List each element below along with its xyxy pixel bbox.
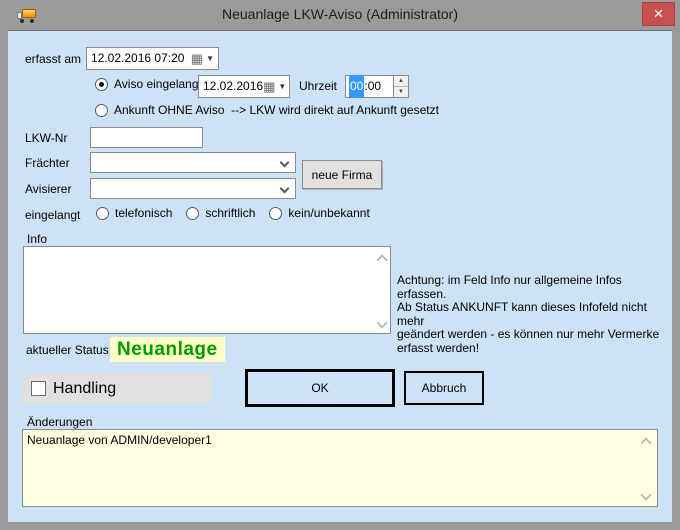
dialog-window: Neuanlage LKW-Aviso (Administrator) × er… — [0, 0, 680, 530]
spin-down-icon[interactable]: ▼ — [394, 87, 408, 97]
eingelangt-label: eingelangt — [25, 208, 80, 223]
uhrzeit-label: Uhrzeit — [299, 79, 337, 94]
info-textarea[interactable] — [23, 246, 391, 334]
radio-dot[interactable] — [269, 207, 282, 220]
lkw-nr-label: LKW-Nr — [25, 131, 67, 146]
fraechter-combobox[interactable] — [90, 152, 296, 173]
radio-schriftlich[interactable]: schriftlich — [186, 206, 255, 220]
radio-dot[interactable] — [95, 104, 108, 117]
ok-label: OK — [311, 381, 328, 395]
time-minutes[interactable]: 00 — [368, 76, 381, 97]
radio-ankunft-ohne-aviso[interactable]: Ankunft OHNE Aviso --> LKW wird direkt a… — [95, 103, 439, 117]
radio-dot[interactable] — [96, 207, 109, 220]
info-label: Info — [27, 232, 47, 247]
erfasst-am-datepicker[interactable]: 12.02.2016 07:20 ▦ ▼ — [86, 47, 219, 70]
combo-chevron-icon[interactable] — [280, 158, 290, 168]
handling-checkbox[interactable] — [31, 381, 46, 396]
ok-button[interactable]: OK — [245, 369, 395, 407]
abbruch-button[interactable]: Abbruch — [404, 371, 484, 405]
close-button[interactable]: × — [642, 2, 675, 26]
radio-dot[interactable] — [186, 207, 199, 220]
combo-chevron-icon[interactable] — [280, 184, 290, 194]
radio-telefonisch[interactable]: telefonisch — [96, 206, 172, 220]
status-label: aktueller Status — [26, 343, 109, 358]
dropdown-arrow-icon[interactable]: ▼ — [278, 76, 286, 97]
aenderungen-textarea[interactable]: Neuanlage von ADMIN/developer1 — [22, 429, 658, 507]
dialog-content: erfasst am 12.02.2016 07:20 ▦ ▼ Aviso ei… — [8, 30, 672, 522]
dropdown-arrow-icon[interactable]: ▼ — [206, 48, 214, 69]
status-badge: Neuanlage — [110, 337, 225, 362]
lkw-nr-input[interactable] — [90, 127, 203, 148]
calendar-icon: ▦ — [191, 52, 203, 65]
avisierer-label: Avisierer — [25, 182, 71, 197]
radio-aviso-eingelangt[interactable]: Aviso eingelangt — [95, 77, 202, 91]
neue-firma-button[interactable]: neue Firma — [302, 160, 382, 189]
aviso-date-value: 12.02.2016 — [203, 76, 263, 97]
calendar-icon: ▦ — [263, 80, 275, 93]
uhrzeit-spinner[interactable]: 00:00 ▲ ▼ — [345, 75, 409, 98]
time-hours-selected[interactable]: 00 — [349, 75, 364, 98]
aenderungen-label: Änderungen — [27, 415, 92, 430]
neue-firma-label: neue Firma — [312, 168, 373, 182]
eingelangt-radio-group: telefonisch schriftlich kein/unbekannt — [96, 206, 384, 220]
abbruch-label: Abbruch — [422, 381, 467, 395]
handling-label: Handling — [53, 380, 116, 398]
handling-panel: Handling — [22, 373, 212, 404]
titlebar[interactable]: Neuanlage LKW-Aviso (Administrator) × — [0, 0, 680, 30]
spin-up-icon[interactable]: ▲ — [394, 76, 408, 87]
close-icon: × — [654, 4, 664, 24]
erfasst-am-value: 12.02.2016 07:20 — [91, 48, 191, 69]
erfasst-am-label: erfasst am — [25, 52, 81, 67]
fraechter-label: Frächter — [25, 156, 70, 171]
window-title: Neuanlage LKW-Aviso (Administrator) — [0, 6, 680, 22]
info-warning-text: Achtung: im Feld Info nur allgemeine Inf… — [397, 274, 667, 355]
radio-aviso-label: Aviso eingelangt — [114, 77, 202, 91]
radio-ankunft-label: Ankunft OHNE Aviso --> LKW wird direkt a… — [114, 103, 439, 117]
avisierer-combobox[interactable] — [90, 178, 296, 199]
radio-dot-selected[interactable] — [95, 78, 108, 91]
aviso-datepicker[interactable]: 12.02.2016 ▦ ▼ — [198, 75, 290, 98]
radio-kein-unbekannt[interactable]: kein/unbekannt — [269, 206, 369, 220]
